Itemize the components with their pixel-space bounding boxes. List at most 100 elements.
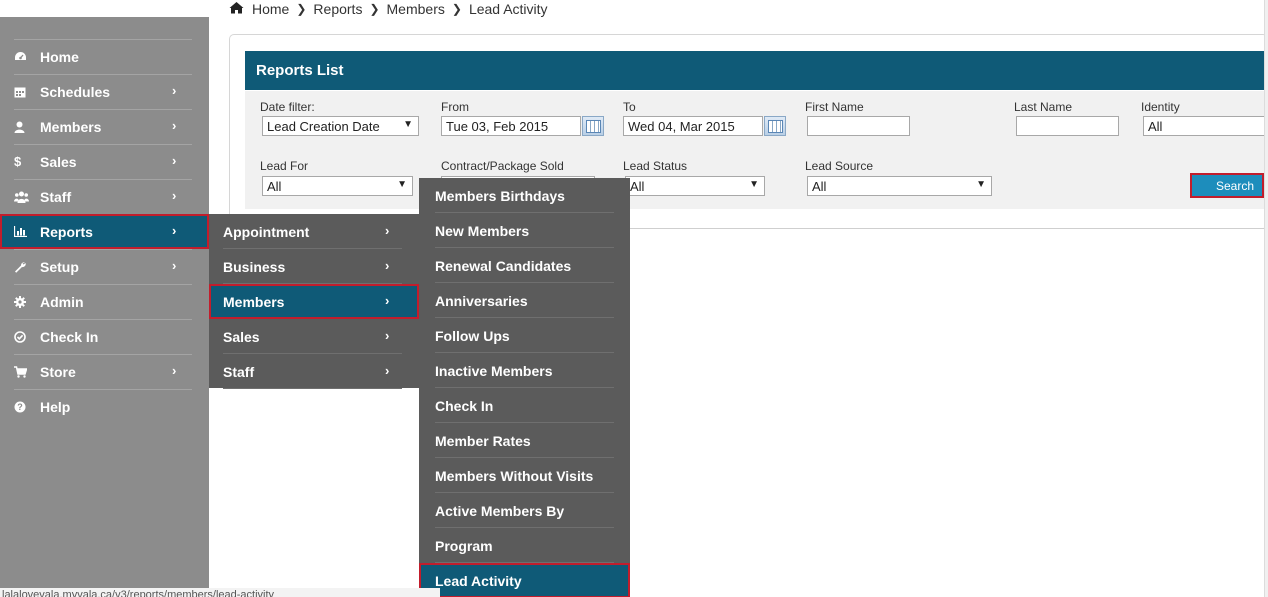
chevron-right-icon: › [385,293,390,308]
submenu-item-label: Sales [223,328,260,345]
submenu-item-inactive-members[interactable]: Inactive Members [419,353,630,388]
cart-icon [14,365,40,378]
from-label: From [441,100,469,114]
date-filter-label: Date filter: [260,100,315,114]
submenu-item-new-members[interactable]: New Members [419,213,630,248]
submenu-item-member-rates[interactable]: Member Rates [419,423,630,458]
chevron-right-icon: › [172,83,177,98]
identity-label: Identity [1141,100,1180,114]
logo-area [0,0,209,17]
chevron-right-icon: › [172,118,177,133]
submenu-item-business[interactable]: Business › [209,249,419,284]
breadcrumb-separator-icon: ❯ [296,2,307,16]
submenu-item-label: Business [223,258,286,275]
chevron-right-icon: › [385,223,390,238]
date-filter-value: Lead Creation Date [267,118,380,134]
submenu-item-members-birthdays[interactable]: Members Birthdays [419,178,630,213]
breadcrumb-home[interactable]: Home [252,1,289,17]
identity-select[interactable]: All [1143,116,1264,136]
submenu-item-sales[interactable]: Sales › [209,319,419,354]
breadcrumb-current: Lead Activity [468,1,548,17]
sidebar-item-setup[interactable]: Setup › [0,249,209,284]
browser-status-url: lalalovevala.myvala.ca/v3/reports/member… [0,588,440,597]
page-scrollbar[interactable] [1264,0,1268,597]
sidebar-item-check-in[interactable]: Check In [0,319,209,354]
sidebar-item-schedules[interactable]: Schedules › [0,74,209,109]
dashboard-icon [14,51,40,62]
breadcrumb-separator-icon: ❯ [451,2,462,16]
dropdown-arrow-icon: ▼ [976,179,986,190]
submenu-item-follow-ups[interactable]: Follow Ups [419,318,630,353]
question-icon: ? [14,401,40,413]
user-icon [14,121,40,133]
sidebar-item-home[interactable]: Home [0,39,209,74]
chevron-right-icon: › [172,258,177,273]
sidebar-item-sales[interactable]: $ Sales › [0,144,209,179]
sidebar-item-label: Home [40,48,79,65]
contract-package-label: Contract/Package Sold [441,159,564,173]
breadcrumb: Home ❯ Reports ❯ Members ❯ Lead Activity [229,0,548,18]
sidebar-item-label: Sales [40,153,77,170]
lead-source-value: All [812,178,827,194]
from-date-input[interactable]: Tue 03, Feb 2015 [441,116,581,136]
lead-for-label: Lead For [260,159,309,173]
chevron-right-icon: › [172,188,177,203]
wrench-icon [14,261,40,273]
to-label: To [623,100,636,114]
to-date-input[interactable]: Wed 04, Mar 2015 [623,116,763,136]
sidebar-item-reports[interactable]: Reports › [0,214,209,249]
identity-value: All [1148,118,1163,134]
last-name-input[interactable] [1016,116,1119,136]
submenu-item-check-in[interactable]: Check In [419,388,630,423]
submenu-item-members[interactable]: Members › [209,284,419,319]
sidebar-item-label: Help [40,398,71,415]
submenu-item-label: Members [223,293,285,310]
sidebar-item-members[interactable]: Members › [0,109,209,144]
sidebar-item-label: Members [40,118,102,135]
check-circle-icon [14,330,40,343]
bar-chart-icon [14,226,40,237]
submenu-item-lead-activity[interactable]: Lead Activity [419,563,630,597]
submenu-item-active-members-by-program[interactable]: Active Members By [419,493,630,528]
lead-for-select[interactable]: All ▼ [262,176,413,196]
svg-text:?: ? [17,402,23,412]
search-button[interactable]: Search [1190,173,1264,198]
members-reports-submenu: Members Birthdays New Members Renewal Ca… [419,178,630,597]
lead-for-value: All [267,178,282,194]
submenu-item-renewal-candidates[interactable]: Renewal Candidates [419,248,630,283]
lead-status-value: All [630,178,645,194]
chevron-right-icon: › [385,363,390,378]
submenu-item-anniversaries[interactable]: Anniversaries [419,283,630,318]
sidebar-item-help[interactable]: ? Help [0,389,209,424]
breadcrumb-reports[interactable]: Reports [313,1,362,17]
chevron-right-icon: › [172,153,177,168]
date-filter-select[interactable]: Lead Creation Date ▼ [262,116,419,136]
sidebar-item-label: Staff [40,188,72,205]
lead-status-label: Lead Status [623,159,688,173]
chevron-right-icon: › [172,363,177,378]
sidebar-item-store[interactable]: Store › [0,354,209,389]
sidebar-item-label: Setup [40,258,79,275]
sidebar-item-label: Reports [40,223,93,240]
sidebar-item-admin[interactable]: Admin [0,284,209,319]
last-name-label: Last Name [1014,100,1073,114]
submenu-item-members-without-visits[interactable]: Members Without Visits [419,458,630,493]
first-name-input[interactable] [807,116,910,136]
dropdown-arrow-icon: ▼ [397,179,407,190]
submenu-item-label: Staff [223,363,255,380]
sidebar-item-label: Check In [40,328,99,345]
home-icon[interactable] [229,1,244,17]
dollar-icon: $ [14,154,22,169]
sidebar-item-staff[interactable]: Staff › [0,179,209,214]
lead-source-select[interactable]: All ▼ [807,176,992,196]
chevron-right-icon: › [385,328,390,343]
lead-status-select[interactable]: All ▼ [625,176,765,196]
breadcrumb-separator-icon: ❯ [369,2,380,16]
dropdown-arrow-icon: ▼ [749,179,759,190]
breadcrumb-members[interactable]: Members [387,1,445,17]
submenu-item-staff[interactable]: Staff › [209,354,419,389]
from-calendar-icon[interactable] [582,116,604,136]
submenu-item-active-members-by-program-cont[interactable]: Program [419,528,630,563]
submenu-item-appointment[interactable]: Appointment › [209,214,419,249]
to-calendar-icon[interactable] [764,116,786,136]
